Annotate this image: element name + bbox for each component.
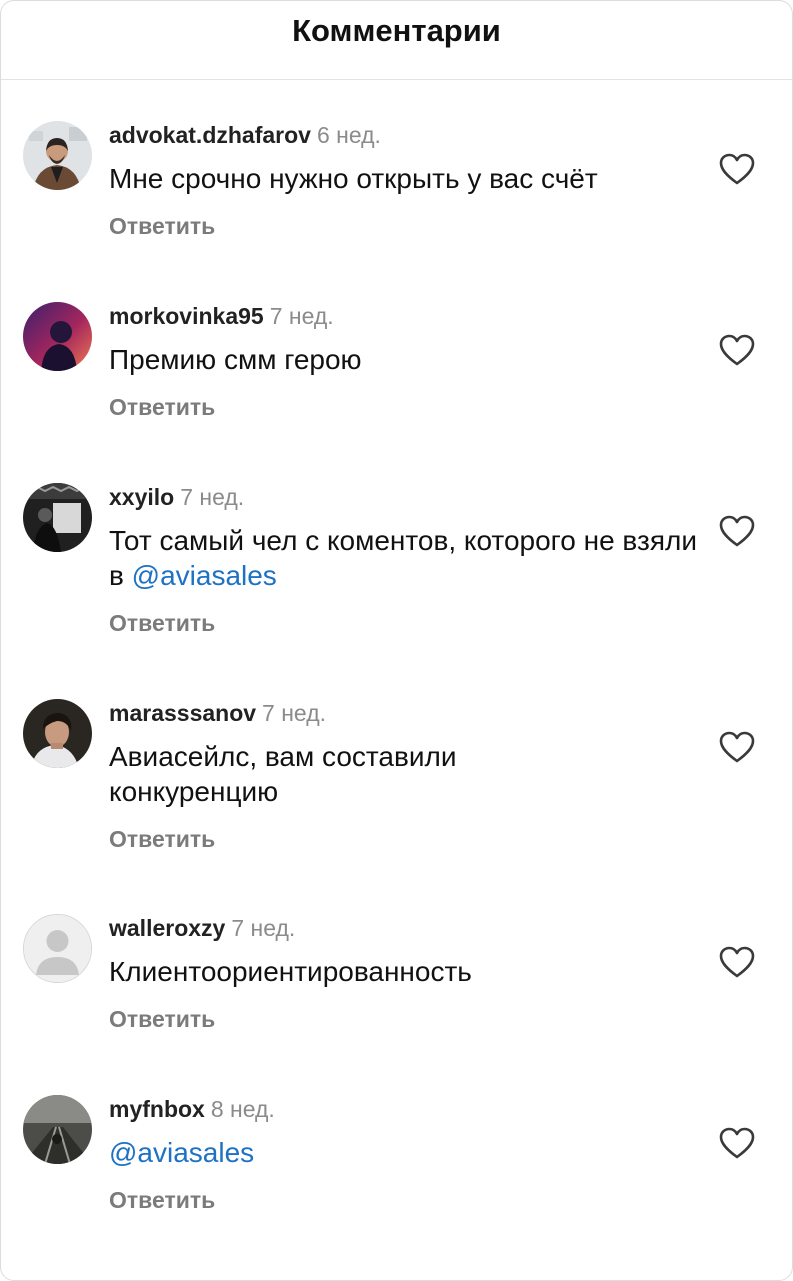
- reply-button[interactable]: Ответить: [109, 826, 215, 853]
- like-button[interactable]: [718, 945, 756, 979]
- like-button[interactable]: [718, 730, 756, 764]
- comments-sheet: Комментарии advokat.dzhafarov 6 нед. Мне …: [0, 0, 793, 1281]
- comment-item: walleroxzy 7 нед. Клиентоориентированност…: [1, 914, 792, 1044]
- comment-text: @aviasales: [109, 1135, 699, 1170]
- comment-text: Мне срочно нужно открыть у вас счёт: [109, 161, 699, 196]
- heart-outline-icon: [719, 515, 755, 547]
- timestamp: 7 нед.: [180, 484, 245, 510]
- comment-item: marasssanov 7 нед. Авиасейлс, вам состави…: [1, 699, 792, 859]
- comment-meta: advokat.dzhafarov 6 нед.: [109, 121, 381, 149]
- comment-body: Авиасейлс, вам составили конкуренцию: [109, 741, 457, 807]
- comment-item: xxyilo 7 нед. Тот самый чел с коментов, к…: [1, 483, 792, 643]
- username[interactable]: advokat.dzhafarov: [109, 122, 311, 148]
- reply-button[interactable]: Ответить: [109, 1006, 215, 1033]
- heart-outline-icon: [719, 334, 755, 366]
- heart-outline-icon: [719, 153, 755, 185]
- comment-meta: myfnbox 8 нед.: [109, 1095, 275, 1123]
- avatar[interactable]: [23, 483, 92, 552]
- username[interactable]: walleroxzy: [109, 915, 225, 941]
- reply-button[interactable]: Ответить: [109, 213, 215, 240]
- comment-meta: morkovinka95 7 нед.: [109, 302, 334, 330]
- like-button[interactable]: [718, 152, 756, 186]
- timestamp: 7 нед.: [231, 915, 296, 941]
- avatar[interactable]: [23, 302, 92, 371]
- comment-meta: walleroxzy 7 нед.: [109, 914, 295, 942]
- reply-button[interactable]: Ответить: [109, 1187, 215, 1214]
- comment-meta: marasssanov 7 нед.: [109, 699, 326, 727]
- avatar[interactable]: [23, 1095, 92, 1164]
- comment-text: Клиентоориентированность: [109, 954, 699, 989]
- comment-body: Клиентоориентированность: [109, 956, 472, 987]
- comment-text: Тот самый чел с коментов, которого не вз…: [109, 523, 699, 593]
- comment-text: Авиасейлс, вам составили конкуренцию: [109, 739, 529, 809]
- timestamp: 8 нед.: [210, 1096, 275, 1122]
- comment-item: advokat.dzhafarov 6 нед. Мне срочно нужно…: [1, 121, 792, 251]
- like-button[interactable]: [718, 514, 756, 548]
- comment-meta: xxyilo 7 нед.: [109, 483, 244, 511]
- avatar[interactable]: [23, 699, 92, 768]
- avatar[interactable]: [23, 914, 92, 983]
- heart-outline-icon: [719, 1127, 755, 1159]
- heart-outline-icon: [719, 946, 755, 978]
- like-button[interactable]: [718, 333, 756, 367]
- default-avatar-icon: [24, 915, 91, 982]
- like-button[interactable]: [718, 1126, 756, 1160]
- header: Комментарии: [1, 1, 792, 80]
- heart-outline-icon: [719, 731, 755, 763]
- username[interactable]: morkovinka95: [109, 303, 264, 329]
- username[interactable]: xxyilo: [109, 484, 174, 510]
- timestamp: 7 нед.: [262, 700, 327, 726]
- username[interactable]: marasssanov: [109, 700, 256, 726]
- avatar[interactable]: [23, 121, 92, 190]
- username[interactable]: myfnbox: [109, 1096, 205, 1122]
- comment-item: myfnbox 8 нед. @aviasales Ответить: [1, 1095, 792, 1225]
- reply-button[interactable]: Ответить: [109, 394, 215, 421]
- mention-link[interactable]: @aviasales: [132, 560, 277, 591]
- comment-item: morkovinka95 7 нед. Премию смм герою Отве…: [1, 302, 792, 432]
- page-title: Комментарии: [292, 13, 501, 48]
- reply-button[interactable]: Ответить: [109, 610, 215, 637]
- timestamp: 7 нед.: [269, 303, 334, 329]
- comment-body: Мне срочно нужно открыть у вас счёт: [109, 163, 598, 194]
- comment-body: Премию смм герою: [109, 344, 362, 375]
- timestamp: 6 нед.: [316, 122, 381, 148]
- mention-link[interactable]: @aviasales: [109, 1137, 254, 1168]
- comment-text: Премию смм герою: [109, 342, 699, 377]
